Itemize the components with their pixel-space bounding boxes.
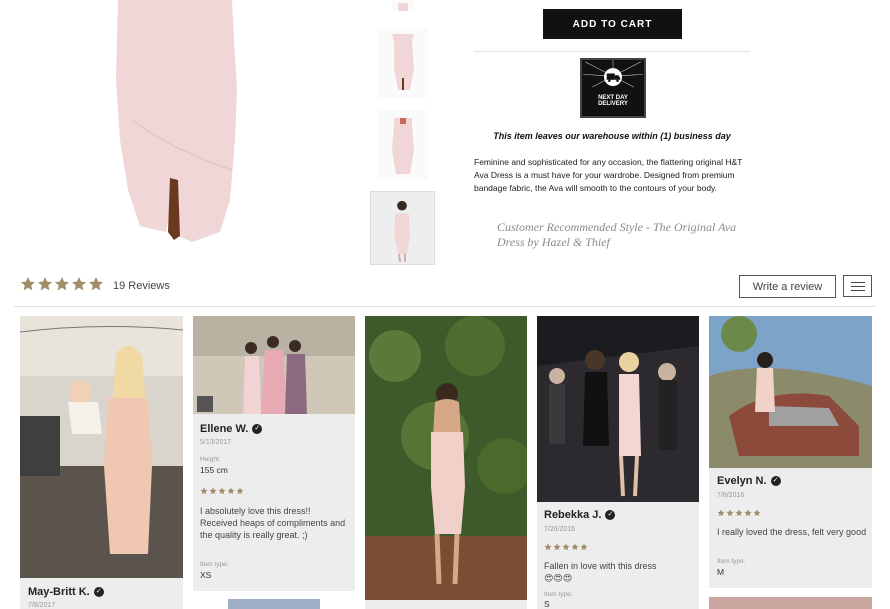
- item-type-label: Item type:: [544, 591, 573, 598]
- star-icon: [38, 277, 52, 291]
- rating-stars: [200, 487, 244, 495]
- star-icon: [753, 509, 761, 517]
- reviewer-name: Evelyn N.: [717, 475, 767, 487]
- write-review-button[interactable]: Write a review: [739, 275, 836, 298]
- verified-check-icon: ✓: [770, 476, 781, 486]
- item-type-value: S: [544, 599, 550, 609]
- review-card[interactable]: Rebekka J. ✓ 7/26/2016 Fallen in love wi…: [537, 316, 699, 609]
- star-icon: [227, 487, 235, 495]
- menu-icon[interactable]: [843, 275, 872, 297]
- star-icon: [571, 543, 579, 551]
- height-label: Height:: [200, 456, 221, 463]
- verified-check-icon: ✓: [252, 424, 263, 434]
- review-card[interactable]: [709, 597, 872, 609]
- review-date: 7/8/2016: [717, 492, 745, 499]
- thumbnail-1[interactable]: [392, 0, 414, 11]
- product-description: Feminine and sophisticated for any occas…: [474, 157, 743, 193]
- star-icon: [72, 277, 86, 291]
- delivery-truck-icon: [583, 60, 643, 88]
- review-photo: [20, 316, 183, 578]
- review-date: 7/26/2016: [544, 526, 576, 533]
- review-text: I absolutely love this dress!! Received …: [200, 506, 346, 540]
- height-value: 155 cm: [200, 465, 228, 475]
- review-text: I really loved the dress, felt very good: [717, 527, 867, 537]
- item-type-label: Item type:: [200, 561, 229, 568]
- review-card[interactable]: Evelyn N. ✓ 7/8/2016 I really loved the …: [709, 316, 872, 588]
- star-icon: [553, 543, 561, 551]
- review-card[interactable]: [228, 599, 320, 609]
- review-emoji: 😍😍😍: [544, 573, 573, 583]
- star-icon: [717, 509, 725, 517]
- review-count[interactable]: 19 Reviews: [113, 280, 170, 292]
- add-to-cart-button[interactable]: ADD TO CART: [543, 9, 682, 39]
- review-card[interactable]: Ellene W. ✓ 5/13/2017 Height: 155 cm I a…: [193, 316, 355, 591]
- thumbnail-3[interactable]: [378, 110, 428, 180]
- verified-check-icon: ✓: [93, 587, 104, 597]
- star-icon: [218, 487, 226, 495]
- review-date: 7/6/2017: [28, 602, 56, 609]
- rating-stars: [544, 543, 588, 551]
- item-type-value: XS: [200, 570, 212, 580]
- average-rating-stars: [20, 276, 104, 292]
- rating-stars: [717, 509, 761, 517]
- divider: [14, 306, 876, 307]
- review-photo: [709, 316, 872, 468]
- star-icon: [744, 509, 752, 517]
- item-type-value: M: [717, 567, 725, 577]
- star-icon: [580, 543, 588, 551]
- review-text: Fallen in love with this dress: [544, 561, 657, 571]
- reviewer-name: May-Britt K.: [28, 586, 90, 598]
- star-icon: [726, 509, 734, 517]
- star-icon: [544, 543, 552, 551]
- review-photo: [365, 316, 527, 600]
- thumbnail-4[interactable]: [370, 191, 435, 265]
- review-photo: [537, 316, 699, 502]
- review-card[interactable]: [365, 316, 527, 609]
- review-date: 5/13/2017: [200, 439, 232, 446]
- reviewer-name: Ellene W.: [200, 423, 249, 435]
- star-icon: [89, 277, 103, 291]
- main-product-photo: [92, 0, 262, 262]
- next-day-delivery-badge: NEXT DAY DELIVERY: [580, 58, 646, 118]
- star-icon: [562, 543, 570, 551]
- shipping-note: This item leaves our warehouse within (1…: [493, 131, 731, 141]
- thumbnail-2[interactable]: [378, 28, 428, 98]
- star-icon: [236, 487, 244, 495]
- reviewer-name: Rebekka J.: [544, 509, 602, 521]
- divider: [474, 51, 750, 52]
- star-icon: [55, 277, 69, 291]
- badge-line-4: DELIVERY: [598, 101, 628, 107]
- item-type-label: Item type:: [717, 558, 746, 565]
- star-icon: [21, 277, 35, 291]
- verified-check-icon: ✓: [605, 510, 616, 520]
- review-card[interactable]: May-Britt K. ✓ 7/6/2017: [20, 316, 183, 609]
- star-icon: [200, 487, 208, 495]
- recommended-style-text: Customer Recommended Style - The Origina…: [497, 220, 737, 249]
- review-photo: [193, 316, 355, 414]
- star-icon: [209, 487, 217, 495]
- star-icon: [735, 509, 743, 517]
